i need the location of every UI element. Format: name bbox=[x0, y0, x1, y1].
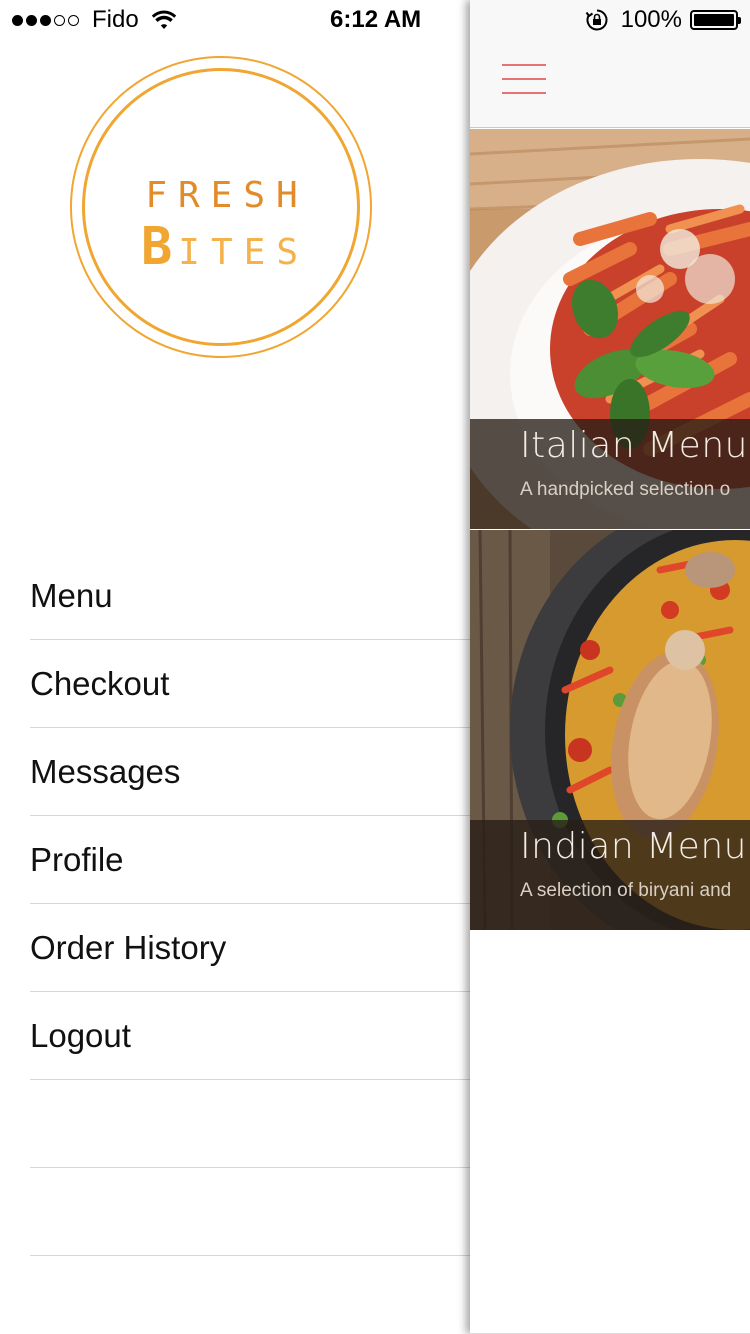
menu-card-indian[interactable]: Indian Menu A selection of biryani and bbox=[470, 530, 750, 930]
battery-icon bbox=[690, 10, 741, 30]
rotation-lock-icon bbox=[585, 9, 608, 31]
drawer-item-empty[interactable] bbox=[30, 1168, 470, 1256]
logo-initial-b: B bbox=[140, 217, 179, 277]
drawer-item-logout[interactable]: Logout bbox=[30, 992, 470, 1080]
signal-strength-icon bbox=[12, 14, 82, 26]
fresh-bites-logo: FRESH BITES bbox=[70, 56, 372, 358]
drawer-item-empty[interactable] bbox=[30, 1080, 470, 1168]
status-time: 6:12 AM bbox=[330, 6, 422, 33]
battery-percent: 100% bbox=[620, 6, 682, 33]
main-panel: Italian Menu A handpicked selection o In… bbox=[470, 0, 750, 1334]
drawer-item-messages[interactable]: Messages bbox=[30, 728, 470, 816]
logo-line-fresh: FRESH bbox=[145, 175, 309, 216]
card-caption: Italian Menu A handpicked selection o bbox=[470, 419, 750, 529]
logo-ring: FRESH BITES bbox=[82, 68, 360, 346]
card-title: Italian Menu bbox=[520, 425, 748, 466]
menu-card-italian[interactable]: Italian Menu A handpicked selection o bbox=[470, 129, 750, 529]
wifi-icon bbox=[151, 10, 176, 29]
card-description: A selection of biryani and bbox=[520, 880, 732, 901]
logo-line-bites-rest: ITES bbox=[178, 232, 309, 273]
status-left: Fido bbox=[12, 6, 177, 34]
card-description: A handpicked selection o bbox=[520, 479, 731, 500]
carrier-name: Fido bbox=[92, 6, 139, 33]
hamburger-icon[interactable] bbox=[502, 64, 546, 96]
drawer-item-profile[interactable]: Profile bbox=[30, 816, 470, 904]
drawer-menu-list: Menu Checkout Messages Profile Order His… bbox=[30, 552, 470, 1256]
drawer-item-checkout[interactable]: Checkout bbox=[30, 640, 470, 728]
status-bar: Fido 6:12 AM 100% bbox=[0, 0, 750, 40]
card-title: Indian Menu bbox=[520, 826, 747, 867]
drawer-item-order-history[interactable]: Order History bbox=[30, 904, 470, 992]
logo-line-bites: BITES bbox=[85, 217, 357, 277]
card-caption: Indian Menu A selection of biryani and bbox=[470, 820, 750, 930]
side-drawer: FRESH BITES Menu Checkout Messages Profi… bbox=[0, 0, 470, 1334]
drawer-item-menu[interactable]: Menu bbox=[30, 552, 470, 640]
status-right: 100% bbox=[585, 6, 741, 34]
app-screen: Fido 6:12 AM 100% FRESH BITES Menu Check… bbox=[0, 0, 750, 1334]
